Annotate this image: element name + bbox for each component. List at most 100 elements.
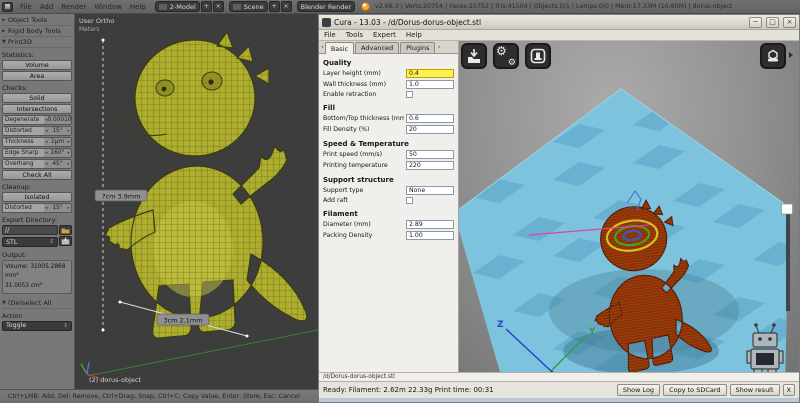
folder-icon[interactable] — [59, 225, 72, 235]
increment-icon[interactable]: ▸ — [67, 139, 70, 145]
increment-icon[interactable]: ▸ — [67, 150, 70, 156]
show-log-button[interactable]: Show Log — [616, 384, 661, 396]
show-result-button[interactable]: Show result — [729, 384, 780, 396]
close-result-button[interactable]: X — [782, 384, 795, 396]
blender-menu-file[interactable]: File — [20, 3, 32, 11]
blender-3d-viewport[interactable]: 7cm 3.9mm 3cm 2.1mm User Ortho Meters (2… — [75, 14, 318, 389]
layer-slider-handle[interactable] — [781, 203, 793, 215]
add-layout-button[interactable]: + — [200, 1, 212, 12]
overhang-check-row[interactable]: Overhang ◂ 45° ▸ — [2, 159, 72, 169]
action-dropdown[interactable]: Toggle ↕ — [2, 320, 72, 331]
increment-icon[interactable]: ▸ — [67, 205, 70, 211]
thickness-check-row[interactable]: Thickness ◂ 1μm ▸ — [2, 137, 72, 147]
statistics-label: Statistics: — [2, 51, 34, 59]
increment-icon[interactable]: ▸ — [72, 117, 73, 123]
check-all-button[interactable]: Check All — [2, 170, 72, 180]
export-format-dropdown[interactable]: STL ↕ — [2, 237, 58, 247]
print-sdcard-icon[interactable] — [525, 43, 551, 69]
add-scene-button[interactable]: + — [268, 1, 280, 12]
action-label: Action — [2, 311, 23, 320]
printing-temperature-field[interactable]: 220 — [406, 161, 454, 170]
close-layout-button[interactable]: × — [212, 1, 224, 12]
chevron-right-icon: ► — [2, 17, 6, 23]
print-speed-field[interactable]: 50 — [406, 150, 454, 159]
cleanup-distorted-row[interactable]: Distorted ◂ 15° ▸ — [2, 203, 72, 213]
cura-3d-viewport[interactable]: Z Y ⚙ ⚙ — [459, 41, 799, 372]
degenerate-check-row[interactable]: Degenerate ◂0.00010▸ — [2, 115, 72, 125]
decrement-icon[interactable]: ◂ — [45, 139, 48, 145]
cura-title-bar[interactable]: Cura - 13.03 - /d/Dorus-dorus-object.stl… — [319, 15, 799, 30]
slice-status-text: Ready: Filament: 2.62m 22.33g Print time… — [323, 386, 494, 394]
enable-retraction-checkbox[interactable] — [406, 91, 413, 98]
close-icon[interactable]: × — [783, 16, 796, 28]
render-engine-selector[interactable]: Blender Render — [296, 1, 355, 12]
load-model-icon[interactable] — [461, 43, 487, 69]
scene-selector[interactable]: Scene — [228, 1, 268, 12]
diameter-field[interactable]: 2.89 — [406, 220, 454, 229]
area-button[interactable]: Area — [2, 71, 72, 81]
decrement-icon[interactable]: ◂ — [45, 150, 48, 156]
cura-menu-help[interactable]: Help — [406, 31, 422, 39]
blender-menu-render[interactable]: Render — [61, 3, 86, 11]
increment-icon[interactable]: ▸ — [67, 128, 70, 134]
decrement-icon[interactable]: ◂ — [45, 128, 48, 134]
tab-plugins[interactable]: Plugins — [400, 42, 436, 53]
export-path-field[interactable]: // — [2, 225, 58, 235]
tab-scroll-left-icon[interactable]: ‹ — [321, 43, 324, 51]
blender-menu-help[interactable]: Help — [130, 3, 146, 11]
screen: File Add Render Window Help 2-Model + × … — [0, 0, 800, 403]
panel-print3d[interactable]: ▼ Print3D — [2, 37, 72, 48]
layer-height-field[interactable]: 0.4 — [406, 69, 454, 78]
chevron-down-icon: ▼ — [2, 299, 6, 306]
diameter-row: Diameter (mm) 2.89 — [319, 219, 458, 230]
close-scene-button[interactable]: × — [280, 1, 292, 12]
export-stl-icon[interactable] — [59, 236, 72, 246]
edge-sharp-check-row[interactable]: Edge Sharp ◂ 160° ▸ — [2, 148, 72, 158]
add-raft-checkbox[interactable] — [406, 197, 413, 204]
fill-header: Fill — [323, 104, 335, 112]
dino-model-wireframe[interactable] — [104, 31, 308, 339]
view-mode-expand-icon[interactable] — [789, 52, 793, 58]
active-object-label: (2) dorus-object — [89, 376, 142, 384]
screen-layout-selector[interactable]: 2-Model — [154, 1, 200, 12]
cura-status-bar: Ready: Filament: 2.62m 22.33g Print time… — [319, 381, 799, 398]
panel-object-tools[interactable]: ► Object Tools — [2, 15, 72, 26]
maximize-icon[interactable]: □ — [766, 16, 779, 28]
minimize-icon[interactable]: ─ — [749, 16, 762, 28]
support-type-dropdown[interactable]: None — [406, 186, 454, 195]
svg-text:3cm 2.1mm: 3cm 2.1mm — [163, 317, 202, 325]
cura-menu-tools[interactable]: Tools — [346, 31, 363, 39]
checks-label: Checks: — [2, 84, 28, 92]
increment-icon[interactable]: ▸ — [67, 161, 70, 167]
editor-type-icon[interactable] — [2, 1, 13, 12]
window-resize-edge[interactable] — [319, 398, 799, 402]
browse-icon — [232, 3, 241, 10]
browse-icon — [158, 3, 167, 10]
blender-menu-window[interactable]: Window — [94, 3, 122, 11]
decrement-icon[interactable]: ◂ — [45, 161, 48, 167]
updown-icon: ↕ — [49, 239, 54, 245]
panel-rigid-body-tools[interactable]: ► Rigid Body Tools — [2, 26, 72, 37]
isolated-cleanup-button[interactable]: Isolated — [2, 192, 72, 202]
tab-advanced[interactable]: Advanced — [355, 42, 400, 53]
distorted-check-row[interactable]: Distorted ◂ 15° ▸ — [2, 126, 72, 136]
wall-thickness-field[interactable]: 1.0 — [406, 80, 454, 89]
prepare-gears-icon[interactable]: ⚙ ⚙ — [493, 43, 519, 69]
copy-to-sdcard-button[interactable]: Copy to SDCard — [663, 384, 727, 396]
tab-scroll-right-icon[interactable]: › — [437, 43, 440, 51]
decrement-icon[interactable]: ◂ — [45, 205, 48, 211]
cura-menu-file[interactable]: File — [324, 31, 336, 39]
settings-tabs: ‹ Basic Advanced Plugins › — [319, 41, 458, 54]
intersections-check-button[interactable]: Intersections — [2, 104, 72, 114]
panel-deselect-all[interactable]: ▼ (De)select All — [2, 298, 72, 309]
cura-menu-expert[interactable]: Expert — [373, 31, 396, 39]
view-mode-icon[interactable] — [760, 43, 786, 69]
blender-menu-add[interactable]: Add — [40, 3, 54, 11]
solid-check-button[interactable]: Solid — [2, 93, 72, 103]
tab-basic[interactable]: Basic — [324, 42, 355, 54]
bottom-top-thickness-field[interactable]: 0.6 — [406, 114, 454, 123]
view-name-label: User Ortho — [79, 17, 115, 25]
volume-button[interactable]: Volume — [2, 60, 72, 70]
fill-density-field[interactable]: 20 — [406, 125, 454, 134]
packing-density-field[interactable]: 1.00 — [406, 231, 454, 240]
